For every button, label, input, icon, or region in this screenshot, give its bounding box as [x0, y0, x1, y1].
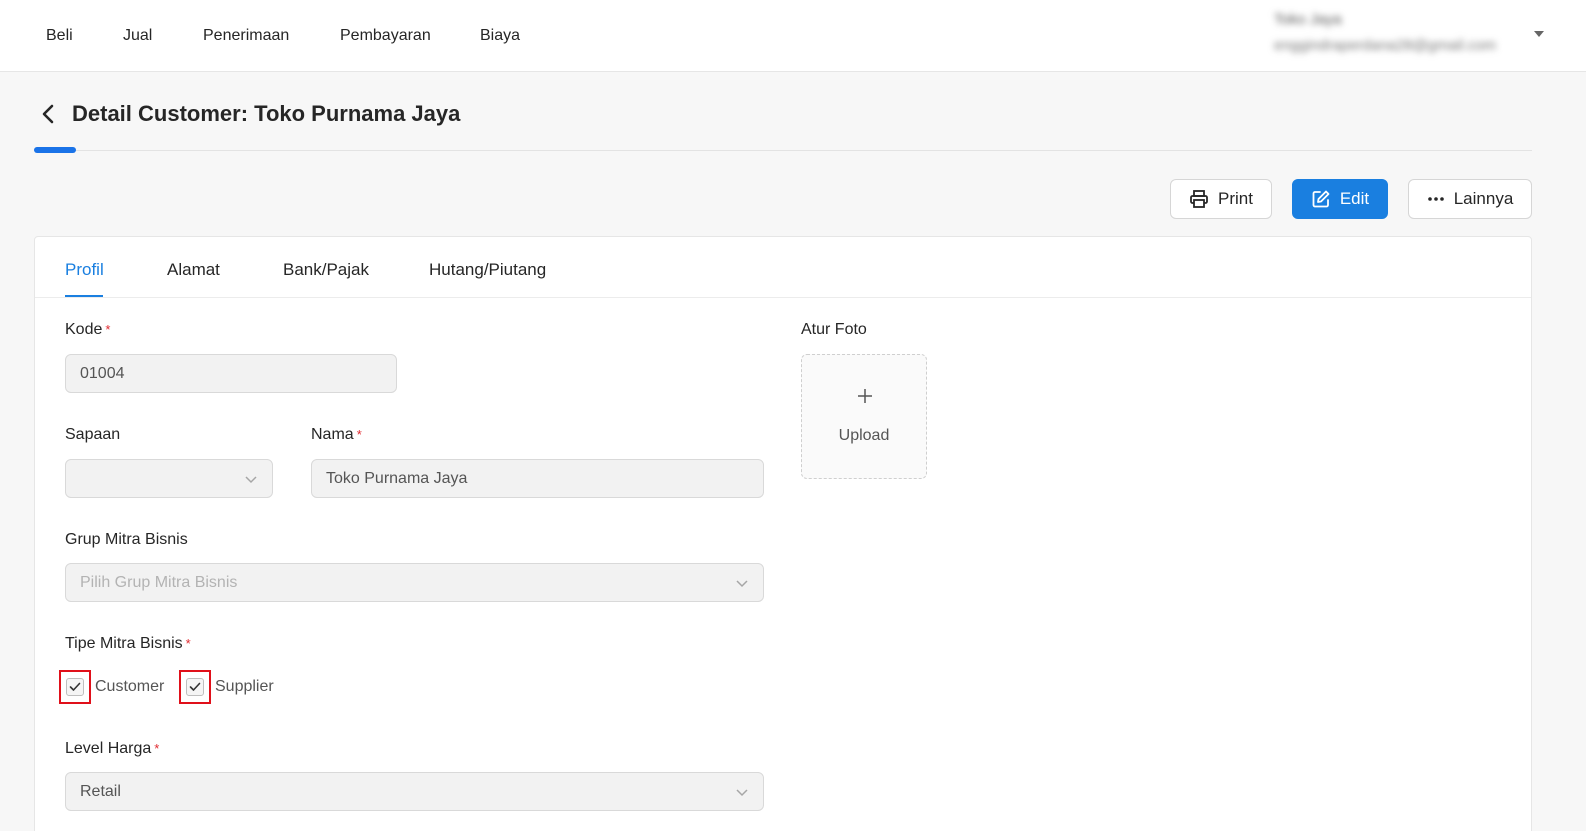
print-button[interactable]: Print	[1170, 179, 1272, 219]
grup-label: Grup Mitra Bisnis	[65, 531, 188, 548]
header-accent-bar	[34, 147, 76, 153]
more-label: Lainnya	[1453, 189, 1514, 208]
chevron-down-icon	[736, 789, 748, 797]
edit-icon	[1312, 190, 1330, 208]
nama-label: Nama *	[311, 426, 362, 443]
edit-label: Edit	[1339, 189, 1370, 208]
checkbox-highlight	[59, 670, 91, 704]
caret-down-icon[interactable]	[1534, 31, 1544, 37]
level-harga-value: Retail	[80, 783, 121, 800]
tab-bank-pajak[interactable]: Bank/Pajak	[283, 259, 369, 281]
nav-item-biaya[interactable]: Biaya	[480, 26, 520, 46]
chevron-down-icon	[245, 476, 257, 484]
tab-alamat[interactable]: Alamat	[167, 259, 220, 281]
user-name: Toko Jaya	[1274, 11, 1342, 28]
kode-field[interactable]: 01004	[65, 354, 397, 393]
grup-select[interactable]: Pilih Grup Mitra Bisnis	[65, 563, 764, 602]
kode-label: Kode *	[65, 321, 111, 338]
header-divider	[34, 150, 1532, 151]
edit-button[interactable]: Edit	[1292, 179, 1388, 219]
top-navbar: Beli Jual Penerimaan Pembayaran Biaya To…	[0, 0, 1586, 72]
page-title: Detail Customer: Toko Purnama Jaya	[72, 101, 461, 126]
supplier-checkbox[interactable]: Supplier	[179, 670, 274, 704]
active-tab-indicator	[65, 295, 103, 297]
nav-item-pembayaran[interactable]: Pembayaran	[340, 26, 431, 46]
nav-item-jual[interactable]: Jual	[123, 26, 152, 46]
grup-placeholder: Pilih Grup Mitra Bisnis	[80, 574, 238, 591]
customer-checkbox[interactable]: Customer	[59, 670, 164, 704]
checkbox-box[interactable]	[186, 678, 204, 696]
detail-card: Profil Alamat Bank/Pajak Hutang/Piutang	[34, 236, 1532, 831]
nama-field[interactable]: Toko Purnama Jaya	[311, 459, 764, 498]
nav-item-beli[interactable]: Beli	[46, 26, 73, 46]
supplier-checkbox-label: Supplier	[215, 678, 274, 695]
ellipsis-icon	[1427, 197, 1444, 201]
checkbox-highlight	[179, 670, 211, 704]
nav-item-penerimaan[interactable]: Penerimaan	[203, 26, 289, 46]
photo-label: Atur Foto	[801, 321, 867, 338]
chevron-down-icon	[736, 580, 748, 588]
level-harga-select[interactable]: Retail	[65, 772, 764, 811]
tab-hutang-piutang[interactable]: Hutang/Piutang	[429, 259, 546, 281]
tipe-label: Tipe Mitra Bisnis *	[65, 635, 191, 652]
level-harga-label: Level Harga *	[65, 740, 160, 757]
more-button[interactable]: Lainnya	[1408, 179, 1532, 219]
upload-label: Upload	[838, 427, 890, 444]
checkmark-icon	[69, 682, 81, 691]
print-label: Print	[1218, 189, 1253, 208]
checkbox-box[interactable]	[66, 678, 84, 696]
plus-icon	[858, 389, 872, 403]
sapaan-label: Sapaan	[65, 426, 121, 443]
customer-checkbox-label: Customer	[95, 678, 165, 695]
tabs-divider	[35, 297, 1531, 298]
user-menu[interactable]: Toko Jaya enggindraperdana28@gmail.com	[1274, 10, 1524, 56]
tab-profil[interactable]: Profil	[65, 259, 104, 281]
printer-icon	[1190, 190, 1208, 208]
back-arrow-icon[interactable]	[38, 103, 58, 125]
sapaan-select[interactable]	[65, 459, 273, 498]
checkmark-icon	[189, 682, 201, 691]
user-email: enggindraperdana28@gmail.com	[1274, 37, 1497, 54]
photo-upload-button[interactable]: Upload	[801, 354, 927, 479]
